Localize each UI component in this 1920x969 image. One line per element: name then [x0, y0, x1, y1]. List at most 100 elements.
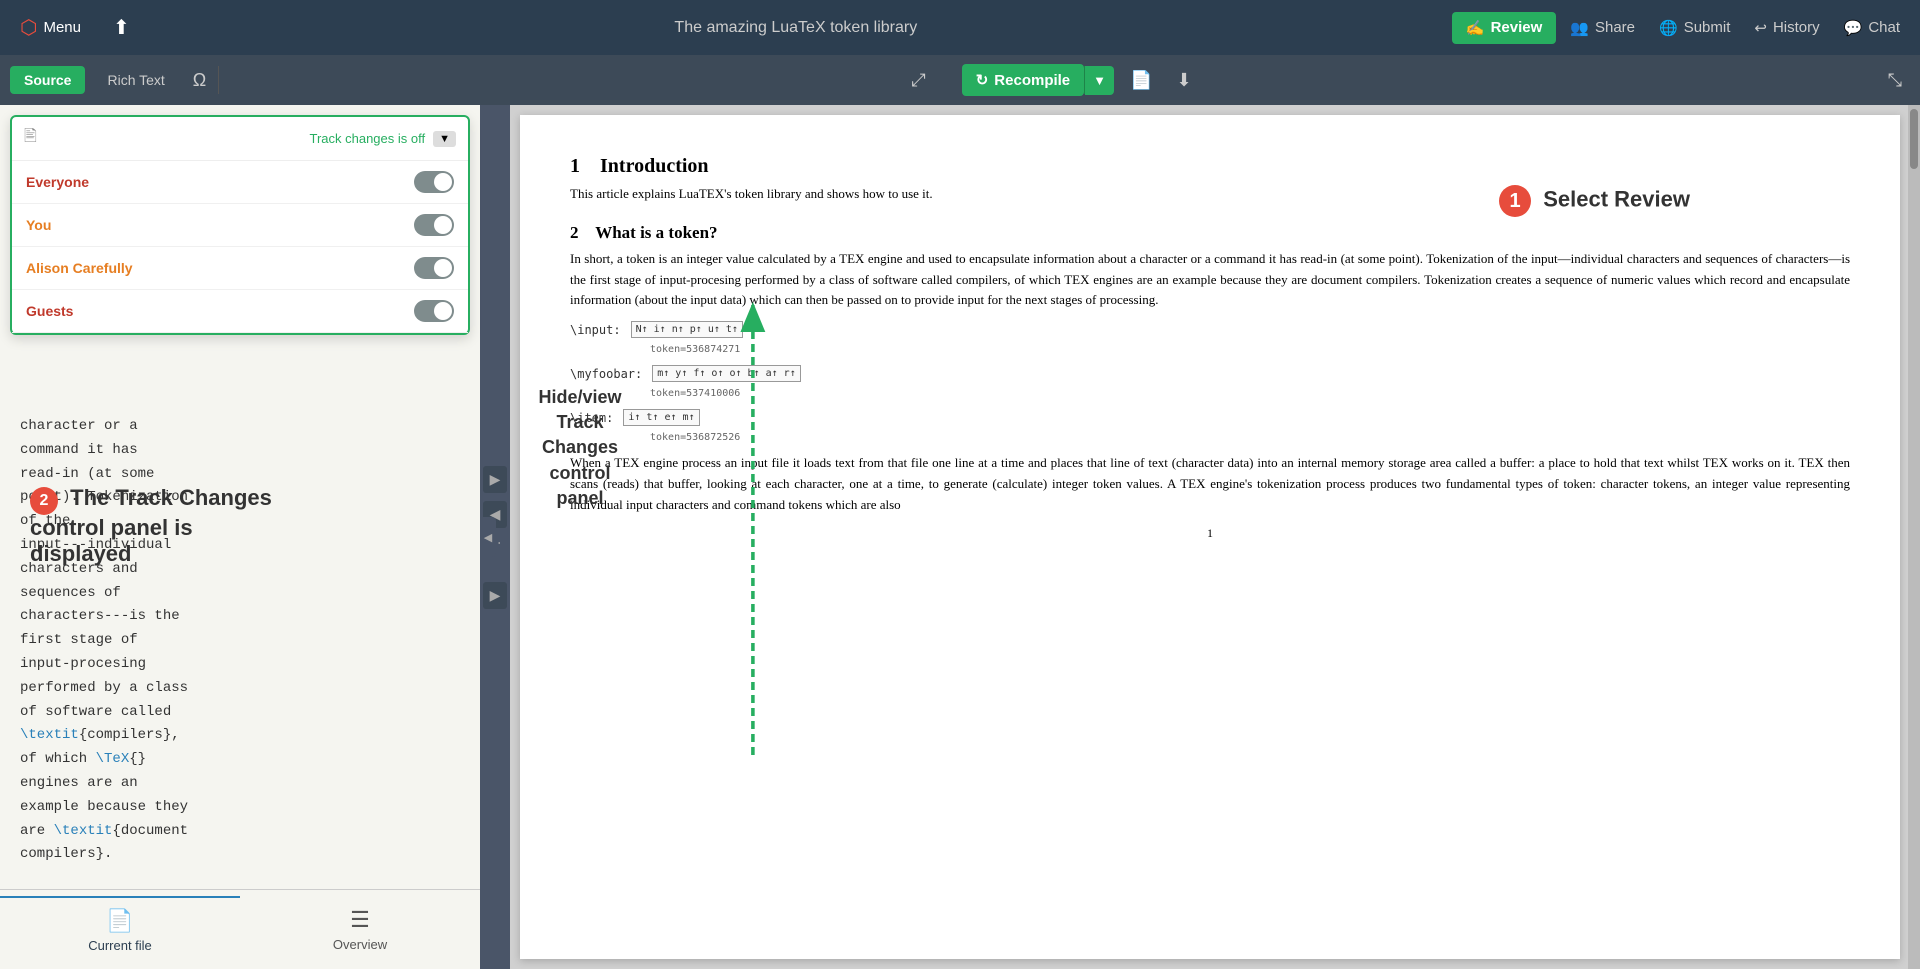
section1-num: 1 — [570, 155, 580, 177]
submit-icon: 🌐 — [1659, 19, 1678, 37]
history-label: History — [1773, 19, 1820, 36]
richtext-mode-button[interactable]: Rich Text — [93, 66, 178, 94]
cmd-tex: \TeX — [96, 751, 130, 767]
token-num-2: token=537410006 — [650, 388, 1850, 399]
track-row-you: You — [12, 204, 468, 247]
source-mode-button[interactable]: Source — [10, 66, 85, 94]
omega-symbol: Ω — [193, 70, 206, 91]
track-guests-toggle[interactable] — [414, 300, 454, 322]
recompile-dropdown-button[interactable]: ▼ — [1085, 66, 1114, 95]
section2-body2: When a TEX engine process an input file … — [570, 453, 1850, 515]
review-button[interactable]: ✍ Review — [1452, 12, 1556, 44]
code-line-2: \myfoobar: m↑ y↑ f↑ o↑ o↑ b↑ a↑ r↑ — [570, 365, 1850, 382]
track-you-toggle[interactable] — [414, 214, 454, 236]
chat-button[interactable]: 💬 Chat — [1834, 13, 1910, 43]
cmd-textit1: \textit — [20, 727, 79, 743]
chat-label: Chat — [1868, 19, 1900, 36]
code-label-item: \item: — [570, 411, 613, 425]
document-title: The amazing LuaTeX token library — [150, 19, 1442, 37]
section1-title: 1 Introduction — [570, 155, 1850, 178]
share-button[interactable]: 👥 Share — [1560, 13, 1645, 43]
submit-label: Submit — [1684, 19, 1731, 36]
arrows-panel: ▶ ◀ ⋮ ▶ ◀ — [480, 105, 510, 969]
token-num-3: token=536872526 — [650, 432, 1850, 443]
token-box-3: i↑ t↑ e↑ m↑ — [623, 409, 699, 426]
source-panel: 🖹 Track changes is off ▼ Everyone You Al… — [0, 105, 480, 969]
review-label: Review — [1491, 19, 1543, 36]
section2-body: In short, a token is an integer value ca… — [570, 249, 1850, 311]
history-icon: ↩ — [1754, 19, 1767, 37]
collapse-pdf-button[interactable]: ⤡ — [1880, 65, 1910, 96]
main-content: 🖹 Track changes is off ▼ Everyone You Al… — [0, 105, 1920, 969]
track-row-everyone: Everyone — [12, 161, 468, 204]
pdf-page-number: 1 — [570, 526, 1850, 541]
code-line-1: \input: N↑ i↑ n↑ p↑ u↑ t↑ — [570, 321, 1850, 338]
recompile-group: ↻ Recompile ▼ — [962, 64, 1114, 96]
track-row-guests: Guests — [12, 290, 468, 333]
pdf-viewer[interactable]: 1 Introduction This article explains Lua… — [520, 115, 1900, 959]
overview-tab[interactable]: ☰ Overview — [240, 897, 480, 962]
review-icon: ✍ — [1466, 19, 1485, 37]
track-you-label: You — [26, 217, 414, 233]
track-guests-label: Guests — [26, 303, 414, 319]
menu-button[interactable]: ⬡ Menu — [10, 9, 91, 46]
pdf-view-icon-button[interactable]: 📄 — [1122, 65, 1160, 96]
track-everyone-label: Everyone — [26, 174, 414, 190]
arrow-right-button[interactable]: ▶ — [483, 466, 507, 493]
track-changes-panel: 🖹 Track changes is off ▼ Everyone You Al… — [10, 115, 470, 335]
pdf-scrollbar-thumb[interactable] — [1910, 109, 1918, 169]
recompile-button[interactable]: ↻ Recompile — [962, 64, 1084, 96]
track-alison-label: Alison Carefully — [26, 260, 414, 276]
arrow-down-button[interactable]: ▶ — [483, 582, 507, 609]
section2-title: 2 What is a token? — [570, 223, 1850, 243]
collapse-panel-button[interactable]: ◀ — [480, 517, 496, 557]
source-line: character or acommand it hasread-in (at … — [20, 418, 188, 862]
token-box-1: N↑ i↑ n↑ p↑ u↑ t↑ — [631, 321, 743, 338]
track-status-text: Track changes is off — [45, 131, 425, 146]
code-line-3: \item: i↑ t↑ e↑ m↑ — [570, 409, 1850, 426]
token-box-2: m↑ y↑ f↑ o↑ o↑ b↑ a↑ r↑ — [652, 365, 800, 382]
download-icon-button[interactable]: ⬇ — [1168, 65, 1199, 96]
pdf-section-1: 1 Introduction This article explains Lua… — [570, 155, 1850, 205]
code-label-myfoobar: \myfoobar: — [570, 367, 642, 381]
expand-icon-button[interactable]: ⤢ — [903, 65, 933, 96]
current-file-icon: 📄 — [106, 908, 133, 934]
submit-button[interactable]: 🌐 Submit — [1649, 13, 1740, 43]
current-file-label: Current file — [88, 938, 152, 953]
source-footer: 📄 Current file ☰ Overview — [0, 889, 480, 969]
share-label: Share — [1595, 19, 1635, 36]
topbar-right: ✍ Review 👥 Share 🌐 Submit ↩ History 💬 Ch… — [1452, 12, 1910, 44]
code-label-input: \input: — [570, 323, 621, 337]
token-num-1: token=536874271 — [650, 344, 1850, 355]
cmd-textit2: \textit — [54, 823, 113, 839]
share-icon: 👥 — [1570, 19, 1589, 37]
track-panel-icon: 🖹 — [24, 125, 37, 152]
history-button[interactable]: ↩ History — [1744, 13, 1829, 43]
track-everyone-toggle[interactable] — [414, 171, 454, 193]
upload-button[interactable]: ⬆ — [103, 9, 140, 46]
pdf-panel: 1 Select Review Hide/viewTrackChangescon… — [510, 105, 1920, 969]
code-block-item: \item: i↑ t↑ e↑ m↑ token=536872526 — [570, 409, 1850, 443]
recompile-icon: ↻ — [976, 71, 989, 89]
overleaf-logo-icon: ⬡ — [20, 15, 37, 40]
track-row-alison: Alison Carefully — [12, 247, 468, 290]
code-block-input: \input: N↑ i↑ n↑ p↑ u↑ t↑ token=53687427… — [570, 321, 1850, 355]
topbar-left: ⬡ Menu ⬆ — [10, 9, 140, 46]
toolbar-divider-1 — [218, 66, 219, 94]
track-status-dropdown[interactable]: ▼ — [433, 131, 456, 147]
current-file-tab[interactable]: 📄 Current file — [0, 896, 240, 963]
overview-label: Overview — [333, 937, 387, 952]
pdf-scrollbar[interactable] — [1908, 105, 1920, 969]
topbar: ⬡ Menu ⬆ The amazing LuaTeX token librar… — [0, 0, 1920, 55]
track-alison-toggle[interactable] — [414, 257, 454, 279]
menu-label: Menu — [43, 19, 81, 36]
chat-icon: 💬 — [1844, 19, 1863, 37]
code-block-myfoobar: \myfoobar: m↑ y↑ f↑ o↑ o↑ b↑ a↑ r↑ token… — [570, 365, 1850, 399]
recompile-label: Recompile — [994, 72, 1070, 89]
overview-icon: ☰ — [350, 907, 370, 933]
track-panel-header: 🖹 Track changes is off ▼ — [12, 117, 468, 161]
section2-num: 2 — [570, 223, 579, 242]
section1-body: This article explains LuaTEX's token lib… — [570, 184, 1850, 205]
pdf-section-2: 2 What is a token? In short, a token is … — [570, 223, 1850, 516]
editor-toolbar: Source Rich Text Ω ⤢ ↻ Recompile ▼ 📄 ⬇ ⤡ — [0, 55, 1920, 105]
